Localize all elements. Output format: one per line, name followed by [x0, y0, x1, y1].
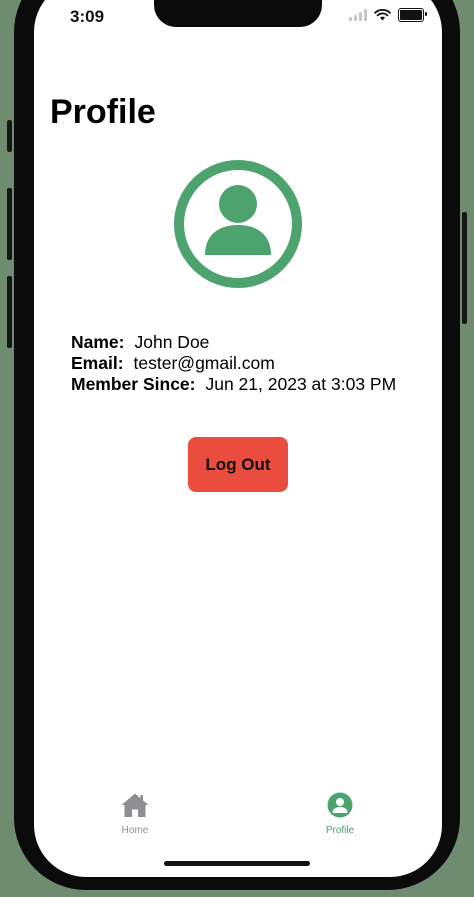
- tab-home[interactable]: Home: [95, 792, 175, 836]
- tab-profile[interactable]: Profile: [300, 792, 380, 836]
- name-value: John Doe: [134, 332, 210, 352]
- app-screen: 3:09 Profile Name: John Doe Email: tester@…: [34, 0, 442, 877]
- tab-bar: Home Profile: [34, 792, 442, 842]
- silent-switch: [7, 120, 12, 152]
- status-time: 3:09: [70, 7, 105, 26]
- volume-down-button: [7, 276, 12, 348]
- page-title: Profile: [50, 93, 156, 131]
- log-out-button[interactable]: Log Out: [188, 437, 288, 492]
- profile-info: Name: John Doe Email: tester@gmail.com Mem…: [71, 332, 396, 395]
- member-since-value: Jun 21, 2023 at 3:03 PM: [205, 374, 397, 394]
- email-label: Email:: [71, 353, 124, 373]
- home-indicator[interactable]: [164, 861, 310, 866]
- profile-avatar-icon: [174, 160, 302, 288]
- tab-profile-label: Profile: [325, 825, 355, 836]
- member-since-label: Member Since:: [71, 374, 196, 394]
- name-row: Name: John Doe: [71, 332, 396, 353]
- person-circle-icon: [327, 792, 353, 818]
- house-icon: [121, 793, 149, 817]
- tab-home-label: Home: [121, 825, 149, 836]
- notch: [154, 0, 322, 27]
- wifi-icon: [374, 9, 391, 21]
- volume-up-button: [7, 188, 12, 260]
- status-icons: [349, 8, 427, 22]
- email-row: Email: tester@gmail.com: [71, 353, 396, 374]
- battery-icon: [398, 8, 427, 22]
- cellular-signal-icon: [349, 9, 367, 21]
- name-label: Name:: [71, 332, 125, 352]
- member-since-row: Member Since: Jun 21, 2023 at 3:03 PM: [71, 374, 396, 395]
- email-value: tester@gmail.com: [133, 353, 275, 373]
- power-button: [462, 212, 467, 324]
